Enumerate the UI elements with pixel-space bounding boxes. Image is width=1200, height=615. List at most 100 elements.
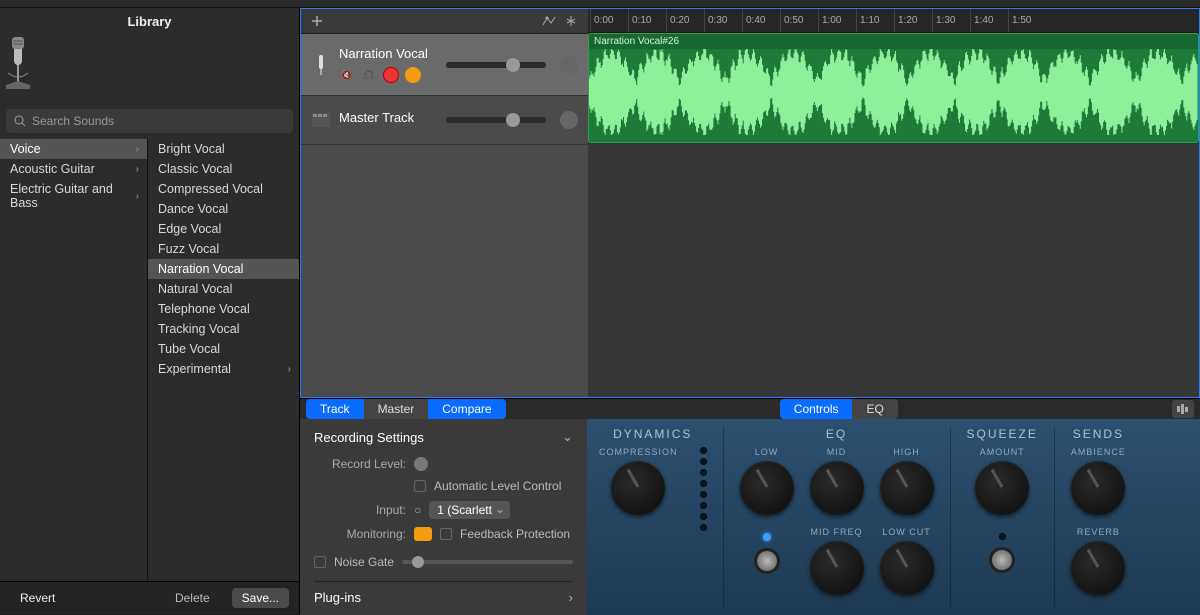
ruler-tick: 1:40	[970, 9, 1008, 32]
track-header-row[interactable]: Narration Vocal🔇🎧	[301, 34, 588, 96]
dynamics-title: DYNAMICS	[613, 427, 692, 441]
monitoring-toggle[interactable]	[414, 527, 432, 541]
volume-slider[interactable]	[446, 62, 546, 68]
low-knob[interactable]	[740, 461, 794, 515]
volume-slider[interactable]	[446, 117, 546, 123]
eq-jack-icon	[757, 551, 777, 571]
delete-button[interactable]: Delete	[165, 588, 220, 608]
library-preset-item[interactable]: Dance Vocal	[148, 199, 299, 219]
record-level-label: Record Level:	[314, 457, 406, 471]
mid-label: MID	[827, 447, 847, 457]
squeeze-knob[interactable]	[975, 461, 1029, 515]
compression-knob[interactable]	[611, 461, 665, 515]
chevron-down-icon[interactable]: ⌄	[562, 429, 573, 445]
lowcut-knob[interactable]	[880, 541, 934, 595]
library-preset-item[interactable]: Classic Vocal	[148, 159, 299, 179]
feedback-label: Feedback Protection	[460, 527, 570, 541]
squeeze-title: SQUEEZE	[967, 427, 1038, 441]
mute-icon[interactable]: 🔇	[339, 67, 355, 83]
noise-gate-slider[interactable]	[402, 560, 573, 564]
editor-tab-compare[interactable]: Compare	[428, 399, 505, 419]
library-preset-item[interactable]: Compressed Vocal	[148, 179, 299, 199]
track-icon	[311, 108, 331, 132]
library-category-item[interactable]: Voice›	[0, 139, 147, 159]
ruler-tick: 1:50	[1008, 9, 1046, 32]
library-preset-item[interactable]: Fuzz Vocal	[148, 239, 299, 259]
input-select[interactable]: 1 (Scarlett	[429, 501, 510, 519]
noise-gate-checkbox[interactable]	[314, 556, 326, 568]
revert-button[interactable]: Revert	[10, 588, 65, 608]
gain-reduction-meter	[700, 447, 707, 531]
track-header-row[interactable]: Master Track	[301, 96, 588, 145]
audio-region[interactable]: Narration Vocal#26	[588, 33, 1199, 143]
record-enable-icon[interactable]	[383, 67, 399, 83]
plugins-label: Plug-ins	[314, 590, 361, 605]
midfreq-knob[interactable]	[810, 541, 864, 595]
high-knob[interactable]	[880, 461, 934, 515]
alc-label: Automatic Level Control	[434, 479, 561, 493]
input-refresh-icon[interactable]: ○	[414, 503, 421, 517]
catch-playhead-icon[interactable]	[562, 13, 580, 29]
library-title: Library	[0, 8, 299, 33]
eq-title: EQ	[826, 427, 847, 441]
editor-view-tab-controls[interactable]: Controls	[780, 399, 853, 419]
inspector-button[interactable]	[1172, 400, 1194, 418]
automation-toggle-icon[interactable]	[540, 13, 558, 29]
timeline-panel: 0:000:100:200:300:400:501:001:101:201:30…	[588, 9, 1199, 397]
compression-label: COMPRESSION	[599, 447, 678, 457]
library-preset-item[interactable]: Edge Vocal	[148, 219, 299, 239]
editor-tab-master[interactable]: Master	[364, 399, 429, 419]
ruler-tick: 1:10	[856, 9, 894, 32]
library-preset-item[interactable]: Bright Vocal	[148, 139, 299, 159]
library-preset-item[interactable]: Tube Vocal	[148, 339, 299, 359]
squeeze-led-icon	[999, 533, 1006, 540]
input-monitor-icon[interactable]	[405, 67, 421, 83]
ruler-tick: 0:10	[628, 9, 666, 32]
recording-settings-panel: Recording Settings ⌄ Record Level: Autom…	[300, 419, 587, 615]
ruler-tick: 0:30	[704, 9, 742, 32]
squeeze-jack-icon	[992, 550, 1012, 570]
library-panel: Library Voice›Acoustic G	[0, 8, 300, 614]
reverb-knob[interactable]	[1071, 541, 1125, 595]
ruler-tick: 0:50	[780, 9, 818, 32]
pan-knob[interactable]	[560, 56, 578, 74]
alc-checkbox[interactable]	[414, 480, 426, 492]
library-preset-item[interactable]: Experimental›	[148, 359, 299, 379]
headphone-icon[interactable]: 🎧	[361, 67, 377, 83]
reverb-label: REVERB	[1077, 527, 1120, 537]
clips-area[interactable]: Narration Vocal#26	[588, 33, 1199, 397]
ruler-tick: 0:20	[666, 9, 704, 32]
ruler-tick: 0:00	[590, 9, 628, 32]
library-category-item[interactable]: Acoustic Guitar›	[0, 159, 147, 179]
editor-view-tab-eq[interactable]: EQ	[852, 399, 897, 419]
lowcut-label: LOW CUT	[882, 527, 931, 537]
library-preset-item[interactable]: Tracking Vocal	[148, 319, 299, 339]
ruler-tick: 1:30	[932, 9, 970, 32]
library-category-column: Voice›Acoustic Guitar›Electric Guitar an…	[0, 139, 148, 581]
record-level-knob[interactable]	[414, 457, 428, 471]
low-led-icon	[763, 533, 771, 541]
search-icon	[14, 115, 26, 127]
track-icon	[311, 53, 331, 77]
add-track-button[interactable]	[309, 13, 325, 29]
mid-knob[interactable]	[810, 461, 864, 515]
ambience-knob[interactable]	[1071, 461, 1125, 515]
feedback-checkbox[interactable]	[440, 528, 452, 540]
save-button[interactable]: Save...	[232, 588, 289, 608]
library-preset-item[interactable]: Telephone Vocal	[148, 299, 299, 319]
library-preset-item[interactable]: Natural Vocal	[148, 279, 299, 299]
ruler-tick: 1:20	[894, 9, 932, 32]
editor-tab-track[interactable]: Track	[306, 399, 364, 419]
library-category-item[interactable]: Electric Guitar and Bass›	[0, 179, 147, 213]
monitoring-label: Monitoring:	[314, 527, 406, 541]
time-ruler[interactable]: 0:000:100:200:300:400:501:001:101:201:30…	[588, 9, 1199, 33]
input-label: Input:	[314, 503, 406, 517]
smart-controls-eq-panel: DYNAMICS COMPRESSION	[587, 419, 1200, 615]
sends-title: SENDS	[1073, 427, 1124, 441]
library-preset-icon	[0, 33, 299, 109]
library-preset-item[interactable]: Narration Vocal	[148, 259, 299, 279]
window-titlebar	[0, 0, 1200, 8]
search-input[interactable]	[6, 109, 293, 133]
chevron-right-icon[interactable]: ›	[569, 590, 573, 605]
pan-knob[interactable]	[560, 111, 578, 129]
